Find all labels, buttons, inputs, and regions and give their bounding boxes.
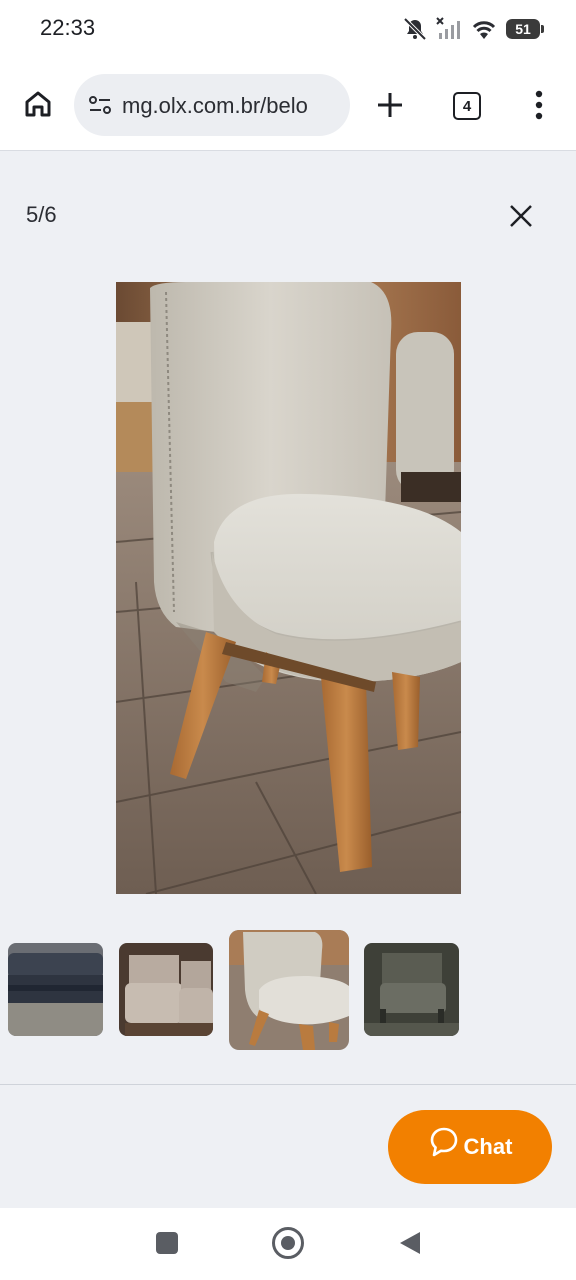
chat-bubble-icon (430, 1127, 457, 1157)
gallery-thumbnail-sofa[interactable] (8, 943, 103, 1036)
home-icon[interactable] (22, 88, 54, 120)
system-navigation-bar (0, 1208, 576, 1280)
chair-photo (116, 282, 461, 894)
address-bar[interactable]: mg.olx.com.br/belo (74, 74, 350, 136)
wifi-icon (472, 21, 496, 39)
gallery-thumbnail-beige-chair[interactable] (229, 930, 349, 1050)
dark-chair-photo (364, 943, 459, 1036)
tabs-icon[interactable]: 4 (453, 92, 481, 120)
recents-icon[interactable] (156, 1232, 178, 1254)
sofa-photo (8, 943, 103, 1036)
status-bar: 22:33 51 (0, 0, 576, 58)
url-text: mg.olx.com.br/belo (122, 93, 308, 118)
signal-icon (436, 17, 460, 39)
site-settings-icon[interactable] (88, 94, 112, 116)
more-menu-icon[interactable] (527, 88, 551, 122)
chairs-photo (119, 943, 213, 1036)
status-icons: 51 (402, 15, 544, 43)
beige-chair-photo (229, 930, 349, 1050)
mute-icon (403, 17, 427, 41)
gallery-main-photo[interactable] (116, 282, 461, 894)
status-time: 22:33 (40, 15, 96, 40)
new-tab-icon[interactable] (375, 90, 405, 120)
browser-toolbar: mg.olx.com.br/belo 4 (0, 58, 576, 151)
gallery-thumbnail-dark-chair[interactable] (364, 943, 459, 1036)
divider (0, 1084, 576, 1085)
home-button-icon[interactable] (272, 1227, 304, 1259)
battery-icon: 51 (506, 19, 544, 39)
chat-button[interactable]: Chat (388, 1110, 552, 1184)
gallery-thumbnail-chairs[interactable] (119, 943, 213, 1036)
close-icon[interactable] (506, 201, 536, 231)
gallery-counter: 5/6 (26, 202, 57, 227)
chat-button-label: Chat (463, 1134, 513, 1159)
back-icon[interactable] (398, 1230, 422, 1256)
